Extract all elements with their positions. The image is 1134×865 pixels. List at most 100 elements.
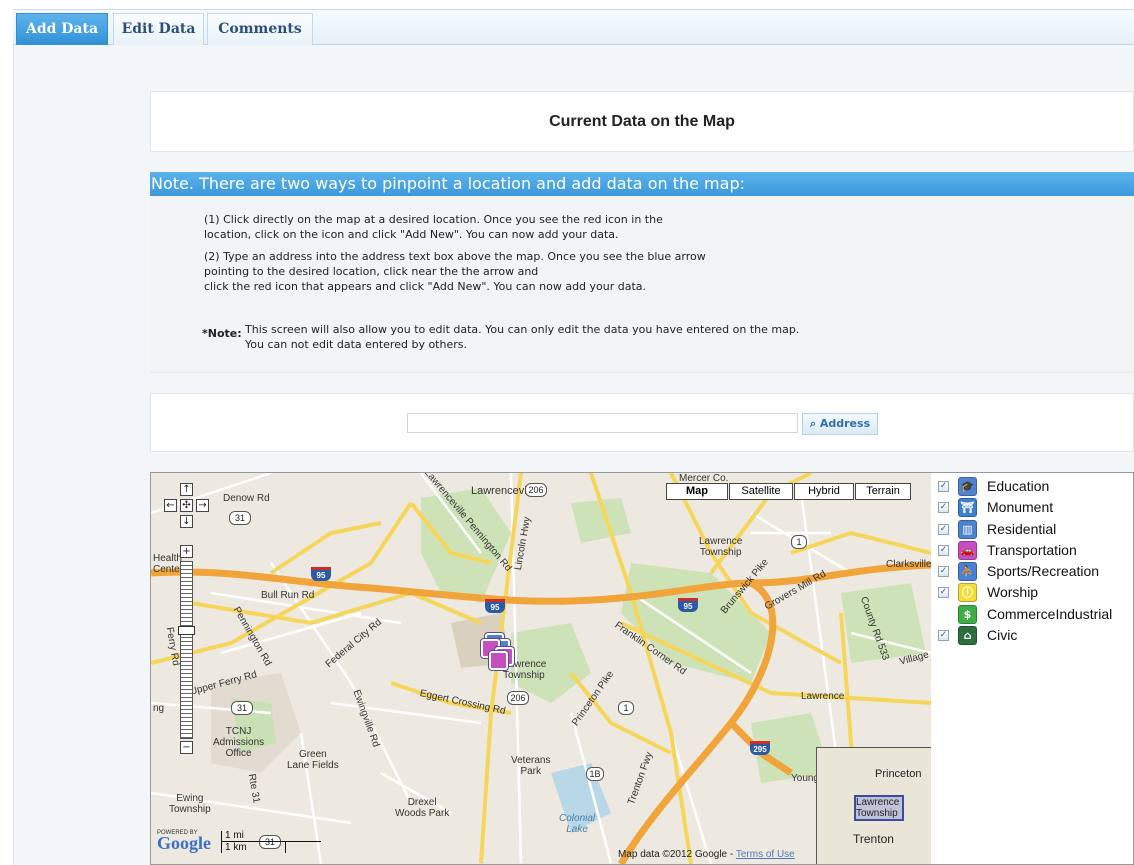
map-label: Young [791, 773, 819, 784]
legend-checkbox[interactable]: ✓ [938, 502, 949, 514]
legend-label: Education [987, 478, 1050, 494]
legend-checkbox[interactable]: ✓ [938, 630, 949, 642]
map-type-hybrid[interactable]: Hybrid [794, 483, 854, 500]
legend-label: CommerceIndustrial [987, 605, 1113, 622]
legend-label: Worship [987, 584, 1039, 601]
title-panel: Current Data on the Map [150, 91, 1134, 152]
note-label: *Note: [202, 327, 242, 340]
route-31-shield: 31 [231, 701, 253, 715]
route-31-shield: 31 [229, 511, 251, 525]
terms-of-use-link[interactable]: Terms of Use [736, 849, 795, 860]
scale-mi: 1 mi [221, 831, 321, 842]
overview-viewport[interactable]: Lawrence Township [854, 795, 904, 821]
legend-label: Residential [987, 520, 1057, 537]
attribution-text: Map data ©2012 Google - [618, 849, 734, 860]
education-icon: 🎓 [958, 477, 977, 496]
route-206-shield: 206 [507, 691, 529, 705]
route-1-shield: 1 [618, 701, 634, 715]
address-button[interactable]: ⌕ Address [802, 413, 878, 435]
monument-icon: ⛩ [958, 498, 977, 518]
route-1-shield: 1 [791, 535, 807, 549]
legend-label: Sports/Recreation [987, 563, 1100, 580]
note-step-1: (1) Click directly on the map at a desir… [204, 213, 663, 241]
note-body: (1) Click directly on the map at a desir… [150, 196, 1134, 373]
legend-item: ✓ 🚗 Transportation [935, 540, 1133, 562]
map-type-terrain[interactable]: Terrain [855, 483, 911, 500]
map-label: Lawrence [801, 691, 845, 702]
map-label: Clarksville [886, 559, 931, 570]
overview-label: Lawrence Township [856, 797, 900, 819]
map-label: Denow Rd [223, 493, 270, 504]
legend-item: ✓ ⓘ Worship [935, 583, 1133, 604]
civic-icon: ⌂ [958, 626, 977, 646]
map-label: ng [153, 703, 165, 714]
address-input[interactable] [407, 413, 798, 433]
map-marker[interactable] [489, 651, 508, 670]
map-type-satellite[interactable]: Satellite [729, 483, 793, 500]
tab-bar: Add Data Edit Data Comments [13, 9, 1134, 46]
map-canvas[interactable]: Denow Rd Lawrenceville Lawrence Township… [151, 473, 931, 864]
overview-label: Princeton [875, 768, 922, 780]
legend-label: Civic [987, 627, 1018, 644]
overview-label: Trenton [853, 832, 894, 846]
pan-up-button[interactable]: ↑ [180, 483, 193, 496]
worship-icon: ⓘ [958, 583, 977, 603]
interstate-295-shield: 295 [750, 741, 770, 755]
legend-label: Transportation [987, 541, 1077, 558]
interstate-95-shield: 95 [485, 599, 505, 613]
legend-item: $ CommerceIndustrial [935, 604, 1133, 626]
map-label: Bull Run Rd [261, 590, 315, 601]
zoom-out-button[interactable]: − [180, 741, 193, 754]
tab-edit-data[interactable]: Edit Data [113, 13, 204, 46]
legend-checkbox[interactable]: ✓ [938, 544, 949, 556]
zoom-slider-handle[interactable] [178, 626, 195, 635]
pan-left-button[interactable]: ← [164, 499, 177, 512]
pan-center-button[interactable]: ✣ [180, 499, 193, 512]
transportation-icon: 🚗 [958, 540, 977, 560]
map-label: Veterans Park [511, 755, 551, 777]
overview-map[interactable]: Princeton Lawrence Township Trenton [816, 747, 931, 864]
map-type-map[interactable]: Map [666, 483, 728, 500]
legend-item: ✓ ⌂ Civic [935, 626, 1133, 647]
legend-checkbox[interactable]: ✓ [938, 566, 949, 578]
interstate-95-shield: 95 [678, 598, 698, 612]
pan-right-button[interactable]: → [196, 499, 209, 512]
zoom-in-button[interactable]: + [180, 545, 193, 558]
map-type-control: Map Satellite Hybrid Terrain [666, 483, 912, 500]
sports-recreation-icon: ⛹ [958, 562, 977, 582]
layer-legend: ✓ 🎓 Education ✓ ⛩ Monument ✓ ▥ Residential ✓ 🚗 Tran… [935, 477, 1133, 647]
map-label: Ewing Township [169, 793, 211, 815]
legend-item: ✓ ⛩ Monument [935, 498, 1133, 519]
address-button-label: Address [819, 417, 871, 430]
legend-item: ✓ ▥ Residential [935, 519, 1133, 541]
map-attribution: Map data ©2012 Google - Terms of Use [618, 849, 795, 860]
map-label: Lawrence Township [699, 536, 743, 558]
map-label: TCNJ Admissions Office [213, 726, 265, 759]
map-frame: Denow Rd Lawrenceville Lawrence Township… [150, 472, 1134, 865]
zoom-slider[interactable] [178, 561, 195, 739]
route-1b-shield: 1B [586, 767, 604, 781]
note-step-2: (2) Type an address into the address tex… [204, 250, 706, 293]
map-label: Green Lane Fields [287, 749, 339, 771]
scale-bar: 1 mi 1 km [221, 831, 321, 853]
tab-comments[interactable]: Comments [207, 13, 313, 46]
legend-checkbox[interactable]: ✓ [938, 587, 949, 599]
residential-icon: ▥ [958, 519, 977, 539]
page: Add Data Edit Data Comments Current Data… [0, 0, 1134, 865]
map-label: Health Center [153, 553, 184, 575]
legend-label: Monument [987, 499, 1054, 516]
legend-checkbox[interactable]: ✓ [938, 523, 949, 535]
park-area [421, 488, 511, 603]
note-heading: Note. There are two ways to pinpoint a l… [150, 172, 1134, 196]
pan-down-button[interactable]: ↓ [180, 515, 193, 528]
tab-add-data[interactable]: Add Data [16, 13, 108, 46]
legend-item: ✓ ⛹ Sports/Recreation [935, 562, 1133, 583]
commerce-industrial-icon: $ [958, 604, 977, 624]
map-label: Colonial Lake [559, 813, 596, 835]
google-logo[interactable]: Google [157, 833, 211, 854]
page-title: Current Data on the Map [549, 113, 735, 130]
legend-checkbox[interactable]: ✓ [938, 481, 949, 492]
address-panel: ⌕ Address [150, 393, 1134, 452]
route-206-shield: 206 [525, 483, 547, 497]
legend-item: ✓ 🎓 Education [935, 477, 1133, 498]
